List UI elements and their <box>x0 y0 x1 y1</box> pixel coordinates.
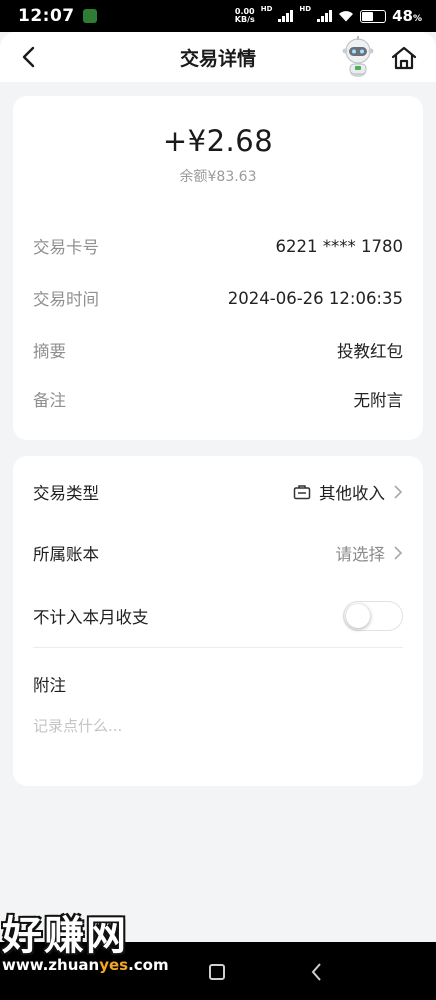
home-icon[interactable] <box>390 44 418 72</box>
battery-percent-value: 48 <box>392 7 413 25</box>
status-bar: 12:07 0.00 KB/s HD HD 48% <box>0 0 436 32</box>
page-title: 交易详情 <box>179 47 256 70</box>
transaction-type-selector[interactable]: 其他收入 <box>293 480 403 504</box>
note-label: 附注 <box>33 676 66 695</box>
detail-value: 投教红包 <box>337 342 403 361</box>
status-time: 12:07 <box>18 6 75 26</box>
ledger-label: 所属账本 <box>33 545 99 564</box>
ledger-row[interactable]: 所属账本 请选择 <box>33 539 403 567</box>
detail-row-card-number: 交易卡号 6221 **** 1780 <box>33 234 403 258</box>
watermark-domain-highlight: yes <box>99 956 129 974</box>
network-speed-unit: KB/s <box>234 15 255 24</box>
watermark-domain: www.zhuanyes.com <box>2 956 192 974</box>
transaction-type-value: 其他收入 <box>319 484 385 503</box>
detail-value: 2024-06-26 12:06:35 <box>227 288 403 308</box>
battery-percent: 48% <box>392 7 422 25</box>
hd-badge-2: HD <box>299 5 312 13</box>
top-nav: 交易详情 <box>0 32 436 82</box>
detail-label: 交易时间 <box>33 290 99 309</box>
robot-assistant-icon[interactable] <box>340 36 376 78</box>
status-icons: 0.00 KB/s HD HD 48% <box>235 5 422 25</box>
transaction-type-row[interactable]: 交易类型 其他收入 <box>33 478 403 506</box>
back-button[interactable] <box>14 43 42 71</box>
transaction-amount: +¥2.68 <box>162 124 274 158</box>
wifi-icon <box>339 11 354 22</box>
battery-icon <box>360 9 387 23</box>
category-icon <box>293 485 311 500</box>
ledger-value: 请选择 <box>335 545 386 564</box>
exclude-from-month-row: 不计入本月收支 <box>33 600 403 632</box>
detail-value: 6221 **** 1780 <box>275 236 403 256</box>
chevron-right-icon <box>394 546 403 560</box>
transaction-settings-card: 交易类型 其他收入 所属账本 请选择 不计入本月收支 附注 <box>13 456 423 786</box>
hd-badge: HD <box>260 5 273 13</box>
divider <box>33 647 403 648</box>
transaction-summary-card: +¥2.68 余额¥83.63 交易卡号 6221 **** 1780 交易时间… <box>13 96 423 440</box>
detail-row-time: 交易时间 2024-06-26 12:06:35 <box>33 286 403 310</box>
detail-value: 无附言 <box>353 391 404 410</box>
network-speed: 0.00 KB/s <box>235 8 255 24</box>
ledger-selector[interactable]: 请选择 <box>336 541 404 565</box>
detail-label: 摘要 <box>33 342 66 361</box>
detail-label: 交易卡号 <box>33 238 99 257</box>
exclude-from-month-toggle[interactable] <box>343 601 403 631</box>
transaction-type-label: 交易类型 <box>33 484 99 503</box>
detail-label: 备注 <box>33 391 66 410</box>
nav-home-button[interactable] <box>209 964 225 980</box>
back-arrow-icon <box>22 46 35 68</box>
bank-app-icon <box>82 9 97 23</box>
detail-row-remark: 备注 无附言 <box>33 387 403 411</box>
battery-percent-sign: % <box>412 14 422 24</box>
chevron-right-icon <box>394 485 403 499</box>
exclude-from-month-label: 不计入本月收支 <box>33 608 149 627</box>
watermark-domain-suffix: .com <box>128 956 169 974</box>
detail-row-summary: 摘要 投教红包 <box>33 338 403 362</box>
signal-icon-2 <box>317 10 333 22</box>
toggle-knob <box>346 604 370 628</box>
note-input[interactable] <box>33 714 403 738</box>
watermark-logo: 好赚网 <box>2 913 128 959</box>
watermark-domain-prefix: www.zhuan <box>2 956 100 974</box>
battery-fill <box>362 11 373 21</box>
nav-back-button[interactable] <box>310 962 324 982</box>
site-watermark: 好赚网 www.zhuanyes.com <box>2 914 192 994</box>
signal-icon <box>278 10 294 22</box>
account-balance: 余额¥83.63 <box>179 169 257 185</box>
